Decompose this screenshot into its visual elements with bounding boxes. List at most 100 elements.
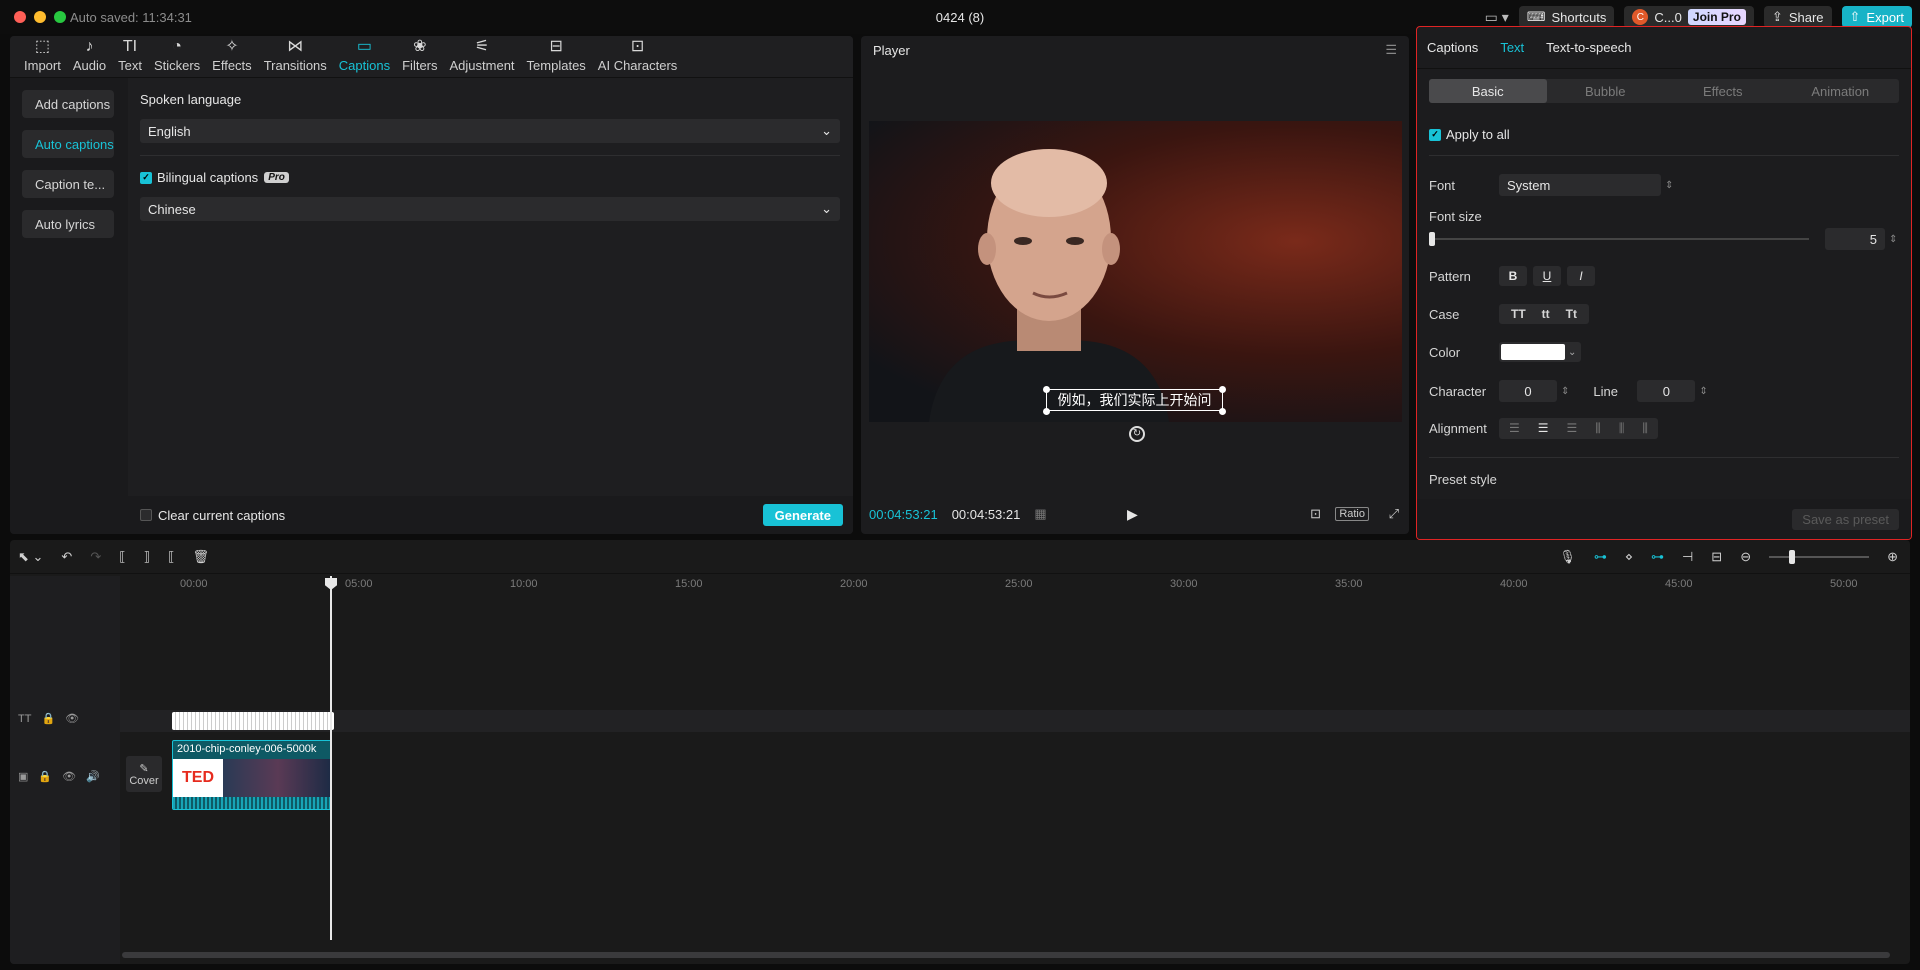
tool-ai-characters[interactable]: ⊡ AI Characters (592, 38, 683, 77)
stepper-icon[interactable]: ⇕ (1665, 180, 1673, 191)
play-icon[interactable]: ▶ (1127, 506, 1138, 523)
character-spacing-input[interactable]: 0 (1499, 380, 1557, 402)
tool-import[interactable]: ⬚ Import (18, 38, 67, 77)
cover-button[interactable]: ✎ Cover (126, 756, 162, 792)
align-center-icon[interactable]: ☰ (1538, 421, 1549, 436)
align-middle-icon[interactable]: ⫼ (1619, 421, 1625, 436)
tab-captions[interactable]: Captions (1427, 40, 1478, 55)
export-button[interactable]: ⇧ Export (1841, 6, 1912, 28)
auto-lyrics-button[interactable]: Auto lyrics (22, 210, 114, 238)
join-pro-button[interactable]: Join Pro (1687, 9, 1746, 25)
layout-icon[interactable]: ▭ ▾ (1485, 9, 1509, 26)
minimize-window-button[interactable] (34, 11, 46, 23)
bilingual-language-select[interactable]: Chinese ⌄ (140, 197, 840, 221)
caption-templates-button[interactable]: Caption te... (22, 170, 114, 198)
timeline-scrollbar[interactable] (122, 952, 1890, 958)
slider-handle[interactable] (1429, 232, 1435, 246)
titlecase-button[interactable]: Tt (1558, 304, 1585, 324)
trim-left-icon[interactable]: ⟧ (144, 549, 150, 565)
align-top-icon[interactable]: ⫼ (1595, 421, 1601, 436)
bold-button[interactable]: B (1499, 266, 1527, 286)
zoom-in-icon[interactable]: ⊕ (1887, 549, 1898, 565)
auto-snap-icon[interactable]: ⋄ (1625, 549, 1633, 565)
underline-button[interactable]: U (1533, 266, 1561, 286)
tool-audio[interactable]: ♪ Audio (67, 38, 112, 77)
undo-icon[interactable]: ↶ (61, 549, 72, 565)
redo-icon[interactable]: ↷ (90, 549, 101, 565)
tool-stickers[interactable]: ◔ Stickers (148, 38, 206, 77)
align-right-icon[interactable]: ☰ (1567, 421, 1578, 436)
tab-text-to-speech[interactable]: Text-to-speech (1546, 40, 1631, 55)
subtitle-overlay[interactable]: 例如，我们实际上开始问 (1046, 389, 1223, 411)
account-button[interactable]: C C...0 Join Pro (1624, 6, 1754, 28)
trim-right-icon[interactable]: ⟦ (168, 549, 174, 565)
fullscreen-icon[interactable]: ⤢ (1389, 506, 1399, 522)
font-size-slider[interactable] (1429, 232, 1809, 246)
lock-icon[interactable]: 🔒 (41, 712, 55, 725)
eye-icon[interactable]: 👁 (65, 712, 79, 725)
shortcuts-button[interactable]: ⌨ Shortcuts (1518, 6, 1615, 28)
tool-text[interactable]: TI Text (112, 38, 148, 77)
zoom-window-button[interactable] (54, 11, 66, 23)
tab-text[interactable]: Text (1500, 40, 1524, 55)
timeline-grid-icon[interactable]: ▦ (1034, 506, 1046, 522)
resize-handle[interactable] (1043, 386, 1050, 393)
tool-transitions[interactable]: ⋈ Transitions (258, 38, 333, 77)
segment-basic[interactable]: Basic (1429, 79, 1547, 103)
select-tool-icon[interactable]: ⬉ ⌄ (18, 549, 43, 565)
lock-icon[interactable]: 🔒 (38, 770, 52, 783)
align-left-icon[interactable]: ☰ (1509, 421, 1520, 436)
font-select[interactable]: System (1499, 174, 1661, 196)
rotate-icon[interactable]: ↻ (1129, 426, 1145, 442)
linkage-icon[interactable]: ⊶ (1651, 549, 1664, 565)
italic-button[interactable]: I (1567, 266, 1595, 286)
color-picker[interactable]: ⌄ (1499, 342, 1582, 362)
tool-templates[interactable]: ⊟ Templates (521, 38, 592, 77)
stepper-icon[interactable]: ⇕ (1699, 386, 1707, 397)
clear-captions-checkbox[interactable] (140, 509, 152, 521)
apply-all-checkbox[interactable]: ✓ (1429, 128, 1441, 141)
font-size-input[interactable]: 5 (1825, 228, 1885, 250)
generate-button[interactable]: Generate (762, 504, 843, 526)
uppercase-button[interactable]: TT (1503, 304, 1534, 324)
align-bottom-icon[interactable]: ⫼ (1642, 421, 1648, 436)
tool-captions[interactable]: ▭ Captions (333, 38, 396, 77)
line-spacing-input[interactable]: 0 (1637, 380, 1696, 402)
playhead[interactable] (330, 576, 332, 940)
menu-icon[interactable]: ☰ (1385, 42, 1397, 58)
stepper-icon[interactable]: ⇕ (1561, 386, 1569, 397)
bilingual-checkbox[interactable]: ✓ (140, 171, 152, 184)
video-clip[interactable]: 2010-chip-conley-006-5000k TED (172, 740, 332, 810)
segment-bubble[interactable]: Bubble (1547, 79, 1665, 103)
caption-track-icon[interactable]: ⊟ (1711, 549, 1722, 565)
tool-filters[interactable]: ❀ Filters (396, 38, 443, 77)
resize-handle[interactable] (1219, 408, 1226, 415)
stepper-icon[interactable]: ⇕ (1889, 234, 1897, 245)
share-button[interactable]: ⇪ Share (1763, 6, 1832, 28)
save-as-preset-button[interactable]: Save as preset (1792, 508, 1899, 530)
microphone-icon[interactable]: 🎙 (1559, 549, 1576, 565)
spoken-language-select[interactable]: English ⌄ (140, 119, 840, 143)
zoom-slider-handle[interactable] (1789, 549, 1796, 564)
preview-axis-icon[interactable]: ⊣ (1682, 549, 1693, 565)
main-track-magnet-icon[interactable]: ⊶ (1594, 549, 1607, 565)
auto-captions-button[interactable]: Auto captions (22, 130, 114, 158)
split-icon[interactable]: ⟦ (119, 549, 125, 565)
delete-icon[interactable]: 🗑 (193, 549, 210, 565)
video-preview[interactable]: 例如，我们实际上开始问 (869, 121, 1402, 422)
close-window-button[interactable] (14, 11, 26, 23)
segment-effects[interactable]: Effects (1664, 79, 1782, 103)
resize-handle[interactable] (1043, 408, 1050, 415)
tool-effects[interactable]: ✧ Effects (206, 38, 258, 77)
eye-icon[interactable]: 👁 (62, 770, 76, 783)
zoom-out-icon[interactable]: ⊖ (1740, 549, 1751, 565)
add-captions-button[interactable]: Add captions (22, 90, 114, 118)
fit-screen-icon[interactable]: ⊡ (1310, 506, 1321, 522)
audio-mute-icon[interactable]: 🔊 (86, 770, 100, 783)
segment-animation[interactable]: Animation (1782, 79, 1900, 103)
caption-clip[interactable] (172, 712, 334, 730)
zoom-slider[interactable] (1769, 549, 1870, 564)
resize-handle[interactable] (1219, 386, 1226, 393)
tool-adjustment[interactable]: ⚟ Adjustment (444, 38, 521, 77)
ratio-button[interactable]: Ratio (1335, 507, 1369, 521)
